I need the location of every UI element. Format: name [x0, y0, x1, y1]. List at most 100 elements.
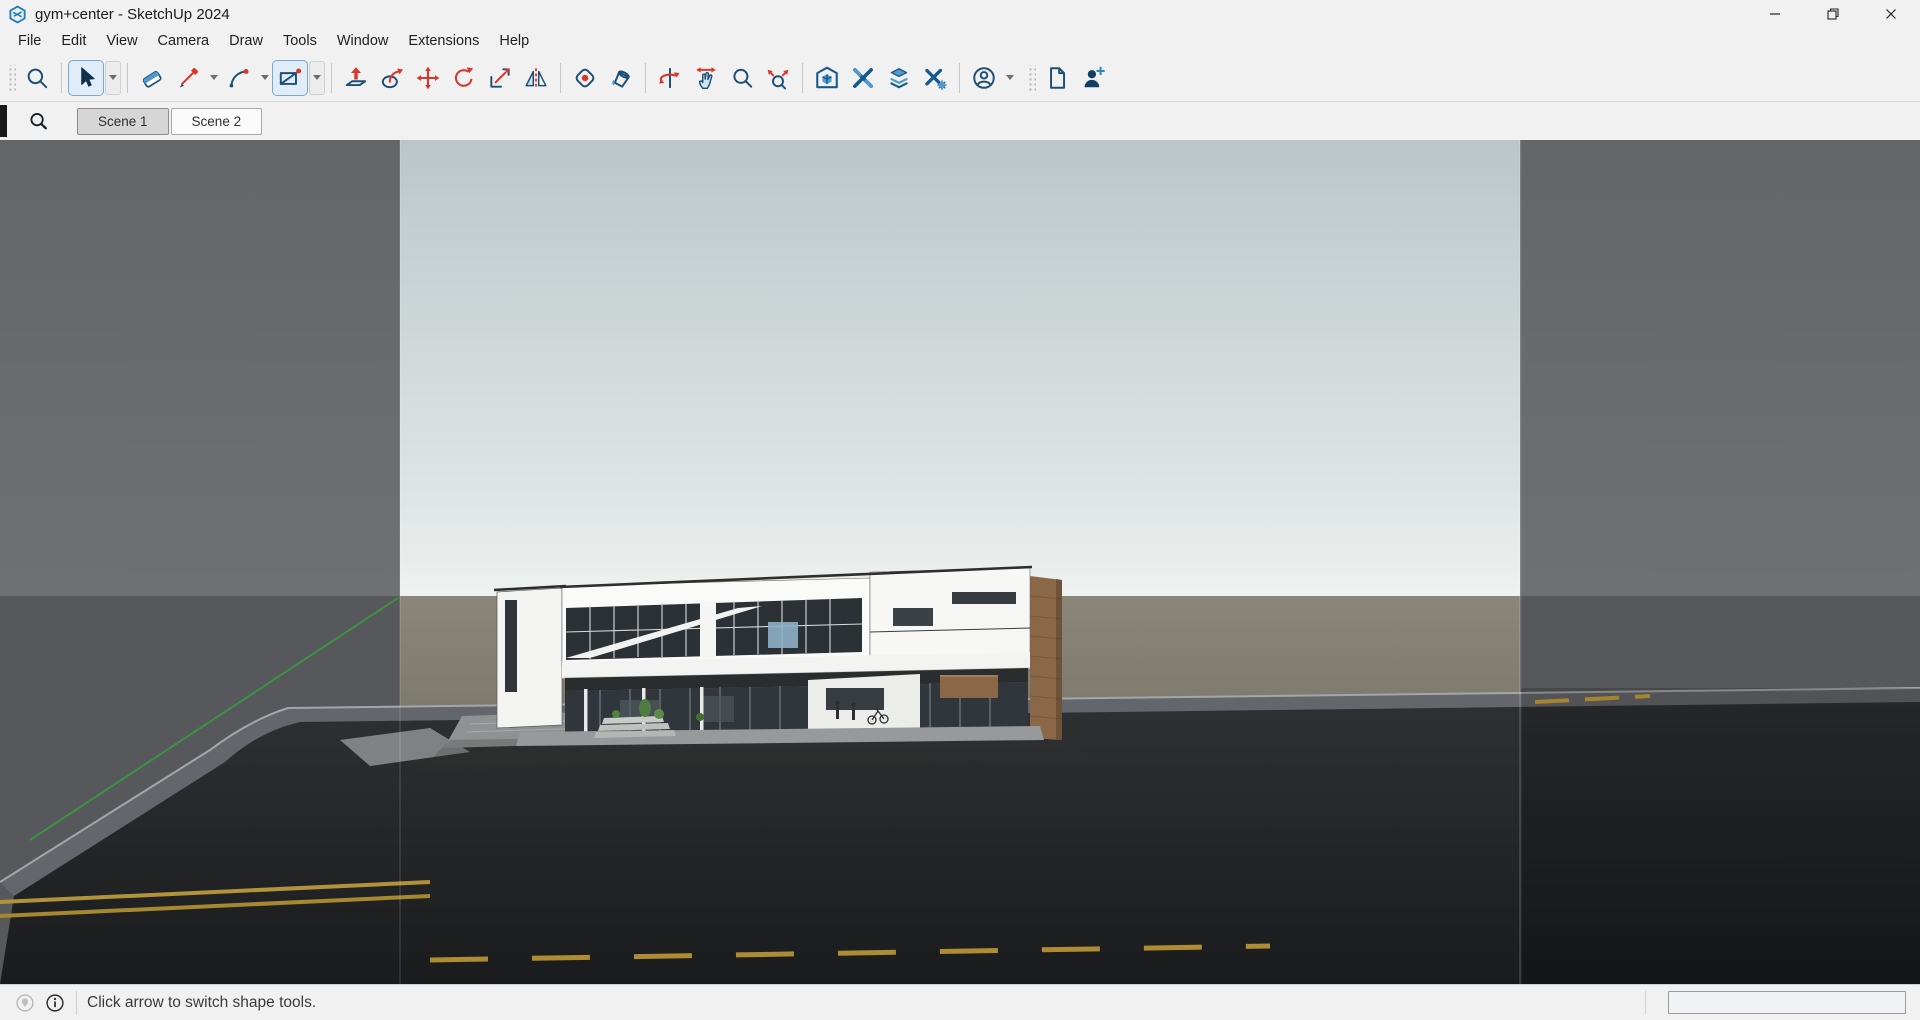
- new-document-button[interactable]: [1039, 60, 1075, 96]
- toolbar-separator: [61, 63, 62, 93]
- push-pull-icon: [343, 65, 369, 91]
- model-viewport[interactable]: [0, 140, 1920, 984]
- paint-bucket-tool-button[interactable]: [603, 60, 639, 96]
- minimize-icon: [1769, 8, 1781, 20]
- add-person-icon: [1080, 65, 1106, 91]
- scene-search-icon[interactable]: [21, 110, 55, 132]
- toolbar-separator: [560, 63, 561, 93]
- flip-icon: [523, 65, 549, 91]
- titlebar: gym+center - SketchUp 2024: [0, 0, 1920, 28]
- orbit-tool-button[interactable]: [652, 60, 688, 96]
- geolocation-icon[interactable]: [10, 988, 40, 1018]
- dock-handle[interactable]: [0, 105, 7, 137]
- eraser-icon: [139, 65, 165, 91]
- line-icon: [175, 65, 201, 91]
- sketchup-window: gym+center - SketchUp 2024 File Edit Vie…: [0, 0, 1920, 1020]
- arcs-tool-button[interactable]: [221, 60, 257, 96]
- layers-button[interactable]: [881, 60, 917, 96]
- model-canvas: [0, 140, 1920, 984]
- scene-tabs-row: Scene 1 Scene 2: [0, 102, 1920, 140]
- account-dropdown[interactable]: [1002, 61, 1017, 95]
- move-icon: [415, 65, 441, 91]
- add-person-button[interactable]: [1075, 60, 1111, 96]
- rotate-icon: [451, 65, 477, 91]
- shapes-tool-button[interactable]: [272, 60, 308, 96]
- toolbar-drag-handle[interactable]: [1027, 65, 1036, 91]
- select-tool-button[interactable]: [68, 60, 104, 96]
- menu-camera[interactable]: Camera: [148, 30, 220, 52]
- chevron-down-icon: [261, 75, 269, 80]
- tab-scene-1[interactable]: Scene 1: [77, 108, 169, 135]
- line-dropdown[interactable]: [206, 61, 221, 95]
- extension-manager-icon: [922, 65, 948, 91]
- rotate-tool-button[interactable]: [446, 60, 482, 96]
- zoom-tool-button[interactable]: [724, 60, 760, 96]
- titlebar-left: gym+center - SketchUp 2024: [0, 5, 1746, 24]
- arcs-dropdown[interactable]: [257, 61, 272, 95]
- info-icon[interactable]: [40, 988, 70, 1018]
- paint-bucket-icon: [608, 65, 634, 91]
- follow-me-tool-button[interactable]: [374, 60, 410, 96]
- move-tool-button[interactable]: [410, 60, 446, 96]
- extension-warehouse-button[interactable]: [845, 60, 881, 96]
- tab-label: Scene 1: [98, 114, 148, 129]
- select-icon: [73, 65, 99, 91]
- tape-measure-icon: [572, 65, 598, 91]
- push-pull-tool-button[interactable]: [338, 60, 374, 96]
- toolbar-separator: [331, 63, 332, 93]
- flip-tool-button[interactable]: [518, 60, 554, 96]
- pan-icon: [693, 65, 719, 91]
- window-title: gym+center - SketchUp 2024: [35, 6, 230, 23]
- status-hint-text: Click arrow to switch shape tools.: [87, 994, 316, 1012]
- sky: [400, 140, 1520, 596]
- pan-tool-button[interactable]: [688, 60, 724, 96]
- account-button[interactable]: [966, 60, 1002, 96]
- menu-window[interactable]: Window: [327, 30, 399, 52]
- zoom-extents-icon: [765, 65, 791, 91]
- chevron-down-icon: [313, 75, 321, 80]
- close-button[interactable]: [1862, 0, 1920, 28]
- menu-file[interactable]: File: [8, 30, 51, 52]
- tape-measure-tool-button[interactable]: [567, 60, 603, 96]
- shapes-dropdown[interactable]: [309, 61, 325, 95]
- zoom-extents-tool-button[interactable]: [760, 60, 796, 96]
- restore-button[interactable]: [1804, 0, 1862, 28]
- menu-edit[interactable]: Edit: [51, 30, 96, 52]
- close-icon: [1885, 8, 1897, 20]
- menubar: File Edit View Camera Draw Tools Window …: [0, 28, 1920, 54]
- statusbar-separator: [1645, 991, 1646, 1015]
- sketchup-logo: [8, 5, 27, 24]
- eraser-tool-button[interactable]: [134, 60, 170, 96]
- restore-icon: [1827, 8, 1839, 20]
- statusbar: Click arrow to switch shape tools.: [0, 984, 1920, 1020]
- menu-extensions[interactable]: Extensions: [398, 30, 489, 52]
- tab-scene-2[interactable]: Scene 2: [171, 108, 263, 135]
- select-dropdown[interactable]: [105, 61, 121, 95]
- toolbar-drag-handle[interactable]: [7, 65, 16, 91]
- building-model: [494, 567, 1062, 746]
- menu-tools[interactable]: Tools: [273, 30, 327, 52]
- shapes-icon: [277, 65, 303, 91]
- 3d-warehouse-button[interactable]: [809, 60, 845, 96]
- minimize-button[interactable]: [1746, 0, 1804, 28]
- window-controls: [1746, 0, 1920, 28]
- toolbar-separator: [802, 63, 803, 93]
- toolbar-separator: [127, 63, 128, 93]
- 3d-warehouse-icon: [814, 65, 840, 91]
- toolbar-separator: [645, 63, 646, 93]
- follow-me-icon: [379, 65, 405, 91]
- scale-icon: [487, 65, 513, 91]
- line-tool-button[interactable]: [170, 60, 206, 96]
- menu-draw[interactable]: Draw: [219, 30, 273, 52]
- menu-help[interactable]: Help: [489, 30, 539, 52]
- menu-view[interactable]: View: [96, 30, 147, 52]
- measurements-input[interactable]: [1668, 991, 1906, 1014]
- scale-tool-button[interactable]: [482, 60, 518, 96]
- arcs-icon: [226, 65, 252, 91]
- chevron-down-icon: [210, 75, 218, 80]
- extension-manager-button[interactable]: [917, 60, 953, 96]
- search-icon[interactable]: [19, 60, 55, 96]
- extension-warehouse-icon: [850, 65, 876, 91]
- tab-label: Scene 2: [192, 114, 242, 129]
- statusbar-separator: [76, 991, 77, 1015]
